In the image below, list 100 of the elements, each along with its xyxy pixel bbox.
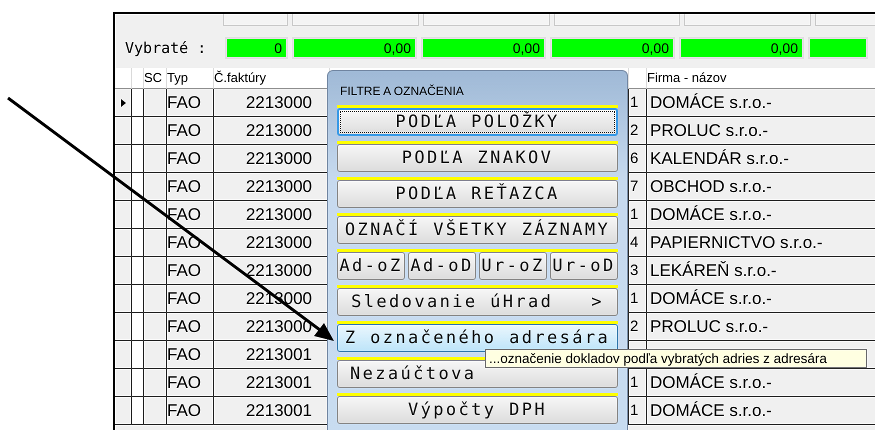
table-cell: 1: [629, 201, 647, 229]
table-cell: FAO: [167, 397, 214, 425]
table-cell: 2213001: [214, 341, 330, 369]
total-value: 0,00: [679, 37, 804, 59]
table-cell: 1: [629, 285, 647, 313]
menu-button[interactable]: PODĽA ZNAKOV: [337, 144, 618, 172]
table-cell: 2: [629, 117, 647, 145]
table-cell: [144, 257, 167, 285]
row-selector[interactable]: [115, 257, 132, 285]
column-header[interactable]: [629, 68, 647, 89]
table-cell: [132, 257, 144, 285]
table-cell: [144, 117, 167, 145]
table-cell: 3: [629, 257, 647, 285]
table-cell: DOMÁCE s.r.o.-: [647, 397, 875, 425]
table-cell: FAO: [167, 117, 214, 145]
row-selector[interactable]: [115, 145, 132, 173]
row-selector[interactable]: [115, 369, 132, 397]
row-selector[interactable]: [115, 89, 132, 117]
table-cell: [132, 117, 144, 145]
totals-label: Vybraté :: [125, 39, 208, 57]
table-cell: FAO: [167, 313, 214, 341]
table-cell: [132, 341, 144, 369]
table-cell: 2213000: [214, 257, 330, 285]
table-cell: [144, 285, 167, 313]
table-cell: 2213000: [214, 201, 330, 229]
menu-button[interactable]: PODĽA POLOŽKY: [337, 108, 618, 136]
table-cell: 2213000: [214, 229, 330, 257]
sort-button[interactable]: Ad-oD: [408, 252, 476, 280]
table-cell: [132, 313, 144, 341]
table-cell: 1: [629, 369, 647, 397]
table-cell: 2213000: [214, 313, 330, 341]
column-header[interactable]: [132, 68, 144, 89]
table-cell: OBCHOD s.r.o.-: [647, 173, 875, 201]
sort-button[interactable]: Ur-oZ: [479, 252, 547, 280]
table-cell: DOMÁCE s.r.o.-: [647, 89, 875, 117]
sort-button[interactable]: Ad-oZ: [337, 252, 405, 280]
table-cell: [144, 369, 167, 397]
row-selector[interactable]: [115, 117, 132, 145]
table-cell: [132, 201, 144, 229]
total-field: [808, 37, 868, 59]
row-selector[interactable]: [115, 285, 132, 313]
row-selector[interactable]: [115, 313, 132, 341]
table-cell: [144, 173, 167, 201]
table-cell: PAPIERNICTVO s.r.o.-: [647, 229, 875, 257]
table-cell: PROLUC s.r.o.-: [647, 117, 875, 145]
table-cell: [132, 369, 144, 397]
table-cell: [144, 341, 167, 369]
table-cell: 2213000: [214, 117, 330, 145]
menu-button[interactable]: PODĽA REŤAZCA: [337, 180, 618, 208]
table-cell: [144, 145, 167, 173]
menu-button[interactable]: Výpočty DPH: [337, 396, 618, 424]
table-cell: FAO: [167, 257, 214, 285]
table-cell: 2213001: [214, 397, 330, 425]
table-cell: [144, 397, 167, 425]
table-cell: [144, 229, 167, 257]
table-cell: 7: [629, 173, 647, 201]
column-header[interactable]: Č.faktúry: [214, 68, 330, 89]
table-cell: 2: [629, 313, 647, 341]
table-cell: [144, 313, 167, 341]
table-cell: KALENDÁR s.r.o.-: [647, 145, 875, 173]
table-cell: 2213001: [214, 369, 330, 397]
table-cell: FAO: [167, 145, 214, 173]
row-selector[interactable]: [115, 229, 132, 257]
table-cell: LEKÁREŇ s.r.o.-: [647, 257, 875, 285]
table-cell: FAO: [167, 341, 214, 369]
table-cell: FAO: [167, 89, 214, 117]
total-value: 0,00: [421, 37, 546, 59]
table-cell: FAO: [167, 369, 214, 397]
table-cell: [132, 397, 144, 425]
table-cell: FAO: [167, 173, 214, 201]
total-value: 0,00: [292, 37, 417, 59]
table-cell: 2213000: [214, 89, 330, 117]
menu-button[interactable]: Z označeného adresára: [337, 324, 618, 352]
table-cell: [132, 145, 144, 173]
menu-button[interactable]: Sledovanie úHrad >: [337, 288, 618, 316]
menu-button[interactable]: OZNAČÍ VŠETKY ZÁZNAMY: [337, 216, 618, 244]
popup-title: FILTRE A OZNAČENIA: [340, 83, 465, 99]
column-header[interactable]: [115, 68, 132, 89]
row-selector[interactable]: [115, 201, 132, 229]
table-cell: 6: [629, 145, 647, 173]
table-cell: [132, 285, 144, 313]
table-cell: DOMÁCE s.r.o.-: [647, 201, 875, 229]
sort-button[interactable]: Ur-oD: [550, 252, 618, 280]
table-cell: 2213000: [214, 173, 330, 201]
column-header[interactable]: Typ: [167, 68, 214, 89]
total-value: 0,00: [550, 37, 675, 59]
table-cell: 4: [629, 229, 647, 257]
table-cell: 2213000: [214, 145, 330, 173]
table-cell: [132, 229, 144, 257]
total-value: 0: [225, 37, 288, 59]
row-selector[interactable]: [115, 397, 132, 425]
tooltip: ...označenie dokladov podľa vybratých adries z adresára: [485, 349, 867, 368]
table-cell: [144, 89, 167, 117]
table-cell: DOMÁCE s.r.o.-: [647, 369, 875, 397]
table-cell: 1: [629, 89, 647, 117]
table-cell: [132, 89, 144, 117]
row-selector[interactable]: [115, 341, 132, 369]
column-header[interactable]: SC: [144, 68, 167, 89]
table-cell: PROLUC s.r.o.-: [647, 313, 875, 341]
table-cell: DOMÁCE s.r.o.-: [647, 285, 875, 313]
